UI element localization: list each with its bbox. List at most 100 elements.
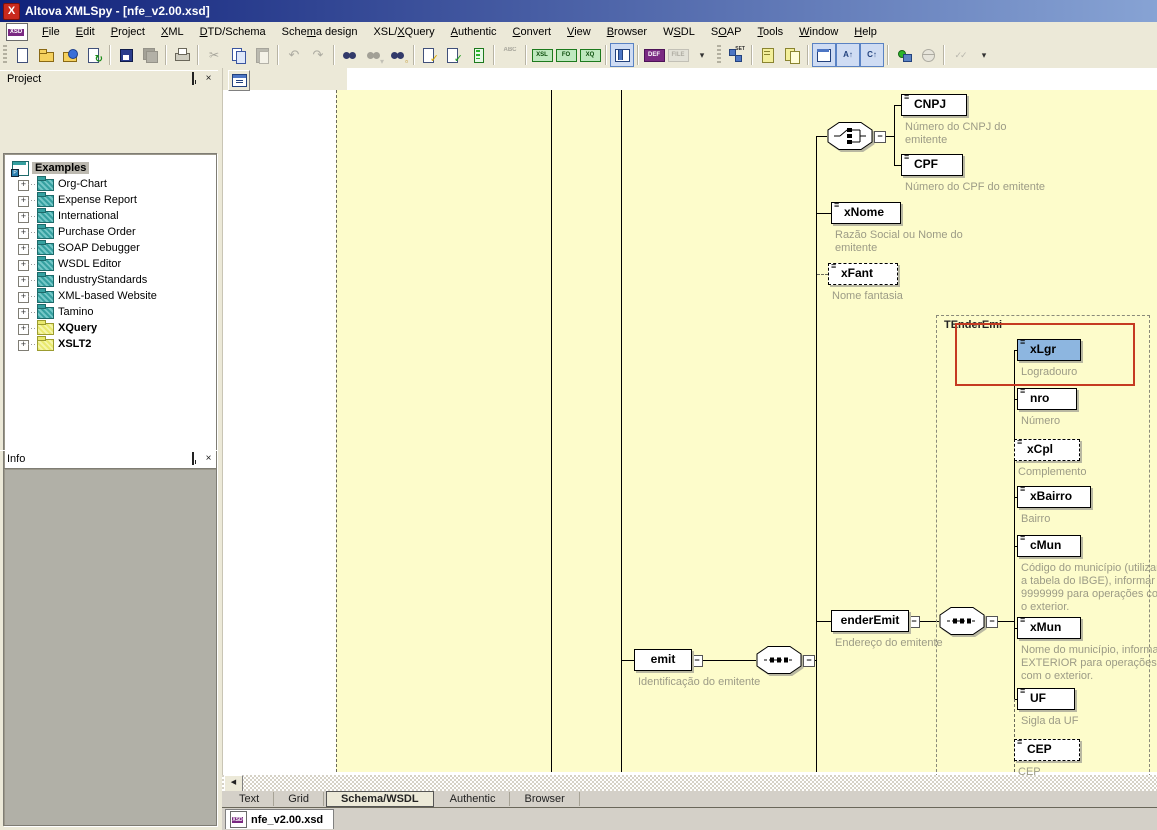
batch-validate-button[interactable] (466, 43, 490, 67)
expand-icon[interactable]: + (18, 324, 29, 335)
schema-element-xmun[interactable]: ≡xMun (1017, 617, 1081, 639)
menu-xml[interactable]: XML (153, 24, 192, 40)
project-item-org-chart[interactable]: +Org-Chart (4, 176, 216, 192)
project-close-button[interactable]: × (202, 73, 215, 85)
project-item-soap-debugger[interactable]: +SOAP Debugger (4, 240, 216, 256)
browser-preview-button[interactable] (916, 43, 940, 67)
toolbar-overflow-button[interactable] (972, 43, 996, 67)
save-all-button[interactable] (138, 43, 162, 67)
menu-tools[interactable]: Tools (749, 24, 791, 40)
collapse-button[interactable]: − (908, 616, 920, 628)
project-item-industrystandards[interactable]: +IndustryStandards (4, 272, 216, 288)
view-tab-browser[interactable]: Browser (510, 792, 579, 806)
menu-browser[interactable]: Browser (599, 24, 655, 40)
choice-compositor[interactable] (827, 122, 873, 150)
collapse-button[interactable]: − (986, 616, 998, 628)
menu-schema-design[interactable]: Schema design (274, 24, 366, 40)
expand-icon[interactable]: + (18, 244, 29, 255)
project-item-expense-report[interactable]: +Expense Report (4, 192, 216, 208)
menu-dtd-schema[interactable]: DTD/Schema (192, 24, 274, 40)
schema-element-cpf[interactable]: ≡CPF (901, 154, 963, 176)
project-item-xml-based-website[interactable]: +XML-based Website (4, 288, 216, 304)
schema-element-enderemit[interactable]: enderEmit (831, 610, 909, 632)
schema-element-xcpl[interactable]: ≡xCpl (1014, 439, 1080, 461)
sequence-compositor[interactable] (756, 646, 802, 674)
expand-icon[interactable]: + (18, 308, 29, 319)
collapse-button[interactable]: − (874, 131, 886, 143)
project-pin-button[interactable] (186, 73, 199, 85)
view-tab-authentic[interactable]: Authentic (436, 792, 511, 806)
schema-element-xbairro[interactable]: ≡xBairro (1017, 486, 1091, 508)
connect-to-server-button[interactable] (892, 43, 916, 67)
schema-element-nro[interactable]: ≡nro (1017, 388, 1077, 410)
expand-icon[interactable]: + (18, 340, 29, 351)
save-file-button[interactable] (114, 43, 138, 67)
project-item-purchase-order[interactable]: +Purchase Order (4, 224, 216, 240)
sort-attributes-button[interactable] (836, 43, 860, 67)
goto-file-button[interactable]: FILE (666, 43, 690, 67)
project-item-wsdl-editor[interactable]: +WSDL Editor (4, 256, 216, 272)
project-item-xslt2[interactable]: +XSLT2 (4, 336, 216, 352)
schema-element-uf[interactable]: ≡UF (1017, 688, 1075, 710)
menu-convert[interactable]: Convert (505, 24, 560, 40)
menu-xsl-xquery[interactable]: XSL/XQuery (365, 24, 442, 40)
schema-element-xlgr[interactable]: ≡xLgr (1017, 339, 1081, 361)
new-document-button[interactable] (10, 43, 34, 67)
goto-definition-button[interactable]: DEF (642, 43, 666, 67)
menu-project[interactable]: Project (103, 24, 153, 40)
schema-element-cep[interactable]: ≡CEP (1014, 739, 1080, 761)
copy-display-settings-button[interactable] (780, 43, 804, 67)
menu-view[interactable]: View (559, 24, 599, 40)
find-button[interactable] (338, 43, 362, 67)
check-well-formed-button[interactable] (418, 43, 442, 67)
scroll-left-arrow[interactable]: ◀ (224, 775, 243, 792)
show-globals-button[interactable] (228, 70, 250, 91)
collapse-button[interactable]: − (803, 655, 815, 667)
expand-icon[interactable]: + (18, 292, 29, 303)
toolbar-overflow-button[interactable] (690, 43, 714, 67)
schema-element-emit[interactable]: emit (634, 649, 692, 671)
open-file-button[interactable] (34, 43, 58, 67)
copy-button[interactable] (226, 43, 250, 67)
schema-settings-button[interactable]: SET (724, 43, 748, 67)
validate-button[interactable] (442, 43, 466, 67)
find-next-button[interactable]: ▾ (362, 43, 386, 67)
menu-file[interactable]: File (34, 24, 68, 40)
document-tab[interactable]: XSD nfe_v2.00.xsd (225, 809, 334, 829)
menu-help[interactable]: Help (846, 24, 885, 40)
info-close-button[interactable]: × (202, 453, 215, 465)
replace-button[interactable]: ▫ (386, 43, 410, 67)
expand-icon[interactable]: + (18, 276, 29, 287)
schema-display-config-button[interactable] (756, 43, 780, 67)
menu-window[interactable]: Window (791, 24, 846, 40)
open-url-button[interactable] (58, 43, 82, 67)
collapse-button[interactable]: − (691, 655, 703, 667)
xsl-transform-button[interactable]: XSL (530, 43, 554, 67)
menu-edit[interactable]: Edit (68, 24, 103, 40)
project-root-examples[interactable]: Examples (4, 160, 216, 176)
redo-button[interactable] (306, 43, 330, 67)
menu-wsdl[interactable]: WSDL (655, 24, 703, 40)
view-tab-text[interactable]: Text (225, 792, 274, 806)
expand-icon[interactable]: + (18, 228, 29, 239)
schema-element-xnome[interactable]: ≡xNome (831, 202, 901, 224)
cut-button[interactable] (202, 43, 226, 67)
project-item-xquery[interactable]: +XQuery (4, 320, 216, 336)
paste-button[interactable] (250, 43, 274, 67)
title-bar[interactable]: X Altova XMLSpy - [nfe_v2.00.xsd] (0, 0, 1157, 22)
xquery-execute-button[interactable]: XQ (578, 43, 602, 67)
project-item-international[interactable]: +International (4, 208, 216, 224)
project-item-tamino[interactable]: +Tamino (4, 304, 216, 320)
spelling-button[interactable]: ABC (498, 43, 522, 67)
expand-icon[interactable]: + (18, 180, 29, 191)
view-tab-schema-wsdl[interactable]: Schema/WSDL (326, 791, 434, 807)
reload-file-button[interactable] (82, 43, 106, 67)
expand-icon[interactable]: + (18, 260, 29, 271)
sequence-compositor[interactable] (939, 607, 985, 635)
menu-soap[interactable]: SOAP (703, 24, 750, 40)
undo-button[interactable] (282, 43, 306, 67)
expand-icon[interactable]: + (18, 212, 29, 223)
display-diagram-button[interactable] (812, 43, 836, 67)
schema-element-cmun[interactable]: ≡cMun (1017, 535, 1081, 557)
view-tab-grid[interactable]: Grid (274, 792, 324, 806)
